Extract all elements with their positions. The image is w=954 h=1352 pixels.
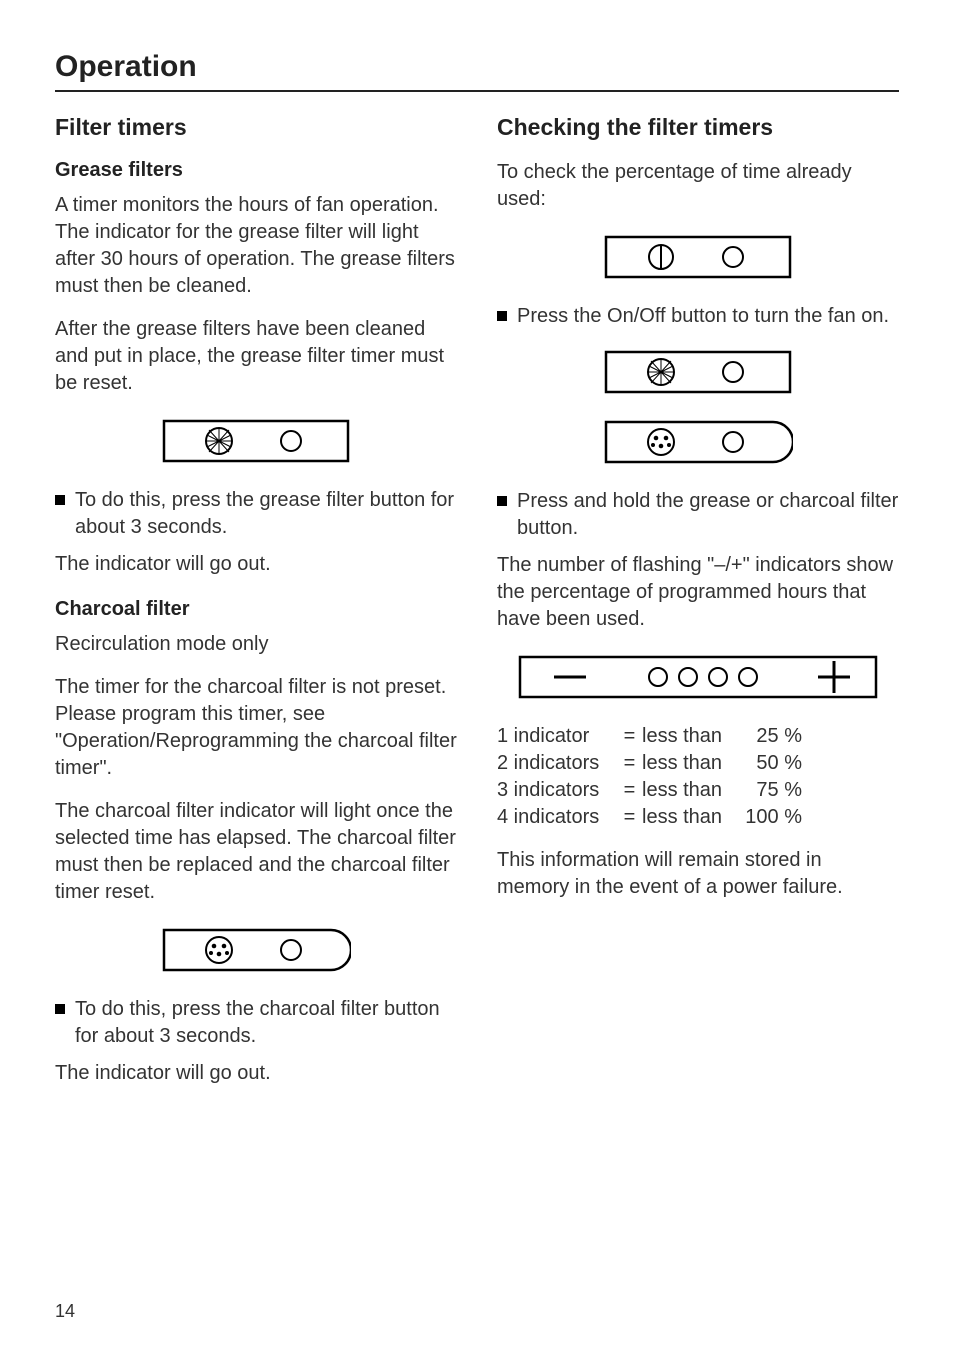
charcoal-p3: The charcoal filter indicator will light… [55,798,457,906]
grease-button-diagram-2 [603,344,793,400]
grease-filters-heading: Grease filters [55,159,457,182]
grease-reset-step: To do this, press the grease filter butt… [55,487,457,541]
bullet-icon [55,1004,65,1014]
table-row: 4 indicators = less than 100 % [497,804,899,831]
content-columns: Filter timers Grease filters A timer mon… [55,114,899,1103]
checking-timers-heading: Checking the filter timers [497,114,899,141]
charcoal-p1: Recirculation mode only [55,631,457,658]
bullet-icon [55,495,65,505]
right-p3: This information will remain stored in m… [497,847,899,901]
onoff-button-diagram [603,229,793,285]
section-divider [55,90,899,92]
turn-fan-on-step: Press the On/Off button to turn the fan … [497,303,899,330]
grease-p1: A timer monitors the hours of fan operat… [55,192,457,300]
charcoal-reset-step: To do this, press the charcoal filter bu… [55,996,457,1050]
table-row: 1 indicator = less than 25 % [497,723,899,750]
charcoal-p4: The indicator will go out. [55,1060,457,1087]
grease-reset-text: To do this, press the grease filter butt… [75,487,457,541]
table-row: 3 indicators = less than 75 % [497,777,899,804]
press-hold-text: Press and hold the grease or charcoal fi… [517,488,899,542]
right-p2: The number of flashing "–/+" indicators … [497,552,899,633]
bullet-icon [497,496,507,506]
press-hold-step: Press and hold the grease or charcoal fi… [497,488,899,542]
left-column: Filter timers Grease filters A timer mon… [55,114,457,1103]
bullet-icon [497,311,507,321]
page-title: Operation [55,50,899,84]
plus-minus-diagram [518,649,878,705]
charcoal-button-diagram-2 [603,414,793,470]
turn-fan-on-text: Press the On/Off button to turn the fan … [517,303,889,330]
charcoal-p2: The timer for the charcoal filter is not… [55,674,457,782]
grease-button-diagram [161,413,351,469]
table-row: 2 indicators = less than 50 % [497,750,899,777]
charcoal-reset-text: To do this, press the charcoal filter bu… [75,996,457,1050]
filter-timers-heading: Filter timers [55,114,457,141]
right-column: Checking the filter timers To check the … [497,114,899,1103]
right-p1: To check the percentage of time already … [497,159,899,213]
charcoal-filter-heading: Charcoal filter [55,598,457,621]
charcoal-button-diagram [161,922,351,978]
grease-p2: After the grease filters have been clean… [55,316,457,397]
grease-p3: The indicator will go out. [55,551,457,578]
page-number: 14 [55,1301,75,1322]
indicator-table: 1 indicator = less than 25 % 2 indicator… [497,723,899,831]
